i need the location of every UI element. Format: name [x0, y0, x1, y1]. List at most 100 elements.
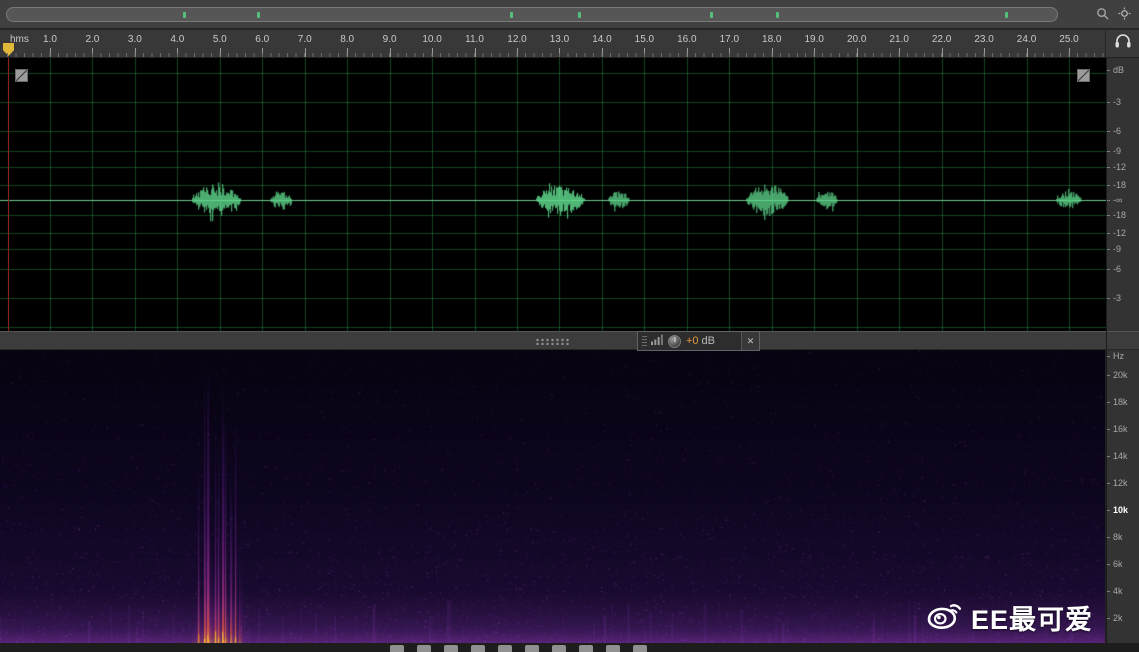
- waveform-panel[interactable]: [0, 58, 1106, 331]
- timeline-tick-label: 18.0: [762, 34, 782, 45]
- gain-hud[interactable]: +0 dB ✕: [637, 331, 760, 351]
- timeline-tick: [347, 48, 348, 57]
- timeline-tick-label: 22.0: [931, 34, 952, 45]
- toolbar-button-partial[interactable]: [390, 645, 404, 652]
- toolbar-button-partial[interactable]: [498, 645, 512, 652]
- timeline-tick: [475, 48, 476, 57]
- toolbar-button-partial[interactable]: [606, 645, 620, 652]
- timeline-tick-label: 12.0: [507, 34, 527, 45]
- overview-wave-mark: [1004, 12, 1008, 18]
- panel-divider[interactable]: [0, 331, 1106, 350]
- toolbar-button-partial[interactable]: [579, 645, 593, 652]
- playhead[interactable]: [8, 58, 9, 331]
- timeline-tick: [1027, 48, 1028, 57]
- timeline-tick: [857, 48, 858, 57]
- timeline-tick-label: 11.0: [465, 34, 484, 45]
- timeline-tick: [50, 48, 51, 57]
- hz-scale-label: 12k: [1113, 478, 1128, 488]
- timeline-tick: [220, 48, 221, 57]
- gain-unit: dB: [701, 335, 716, 347]
- hz-scale-tick: [1107, 456, 1110, 457]
- toolbar-button-partial[interactable]: [417, 645, 431, 652]
- overview-navigator: [0, 0, 1139, 30]
- timeline-tick-label: 10.0: [422, 34, 442, 45]
- db-scale-tick: [1107, 298, 1110, 299]
- db-scale-label: -9: [1113, 146, 1122, 156]
- panel-divider-handle[interactable]: [535, 338, 571, 345]
- hz-scale-tick: [1107, 356, 1110, 357]
- overview-wave-mark: [509, 12, 513, 18]
- db-scale-tick: [1107, 167, 1110, 168]
- timeline-tick: [772, 48, 773, 57]
- db-scale-label: -3: [1113, 293, 1122, 303]
- toolbar-button-partial[interactable]: [552, 645, 566, 652]
- db-scale-label: -∞: [1113, 195, 1123, 205]
- timeline-tick: [517, 48, 518, 57]
- waveform-canvas[interactable]: [0, 58, 1106, 331]
- db-scale-label: -6: [1113, 264, 1122, 274]
- hz-scale-label: 4k: [1113, 586, 1123, 596]
- timeline-tick-label: 4.0: [170, 34, 185, 45]
- value-scales: dB -3 -6 -9 -12 -18 -∞ -18 -12 -9 -6 -3 Hz 20k 18k 16k…: [1106, 58, 1139, 643]
- db-scale-tick: [1107, 70, 1110, 71]
- db-scale-tick: [1107, 151, 1110, 152]
- scale-divider: [1107, 331, 1139, 350]
- overview-wave-mark: [709, 12, 713, 18]
- monitor-button[interactable]: [1106, 30, 1139, 57]
- timeline-tick-label: 19.0: [804, 34, 824, 45]
- overview-wave-mark: [257, 12, 261, 18]
- timeline-tick: [305, 48, 306, 57]
- db-scale-tick: [1107, 200, 1110, 201]
- playhead-marker[interactable]: [3, 43, 14, 56]
- hz-scale-label: 6k: [1113, 559, 1123, 569]
- timeline-tick-label: 17.0: [719, 34, 740, 45]
- timeline-tick: [984, 48, 985, 57]
- overview-wave-mark: [578, 12, 582, 18]
- hz-scale-tick: [1107, 564, 1110, 565]
- bottom-toolbar-partial: [0, 643, 1139, 652]
- timeline-tick: [262, 48, 263, 57]
- timeline-tick-label: 3.0: [127, 34, 142, 45]
- timeline-tick: [899, 48, 900, 57]
- db-scale-label: -18: [1113, 180, 1127, 190]
- options-icon[interactable]: [1118, 7, 1131, 25]
- timeline-tick-label: 20.0: [846, 34, 867, 45]
- toolbar-button-partial[interactable]: [525, 645, 539, 652]
- timeline-tick: [644, 48, 645, 57]
- toolbar-button-partial[interactable]: [444, 645, 458, 652]
- timeline-tick: [559, 48, 560, 57]
- magnifier-icon[interactable]: [1096, 7, 1109, 25]
- gain-value[interactable]: +0: [686, 335, 699, 347]
- db-scale-label: -3: [1113, 97, 1122, 107]
- timeline-row: hms 1.0 2.0 3.0 4.0 5.0 6.0 7.0 8.0 9.0 10.0 11.0 1…: [0, 30, 1139, 58]
- toolbar-button-partial[interactable]: [633, 645, 647, 652]
- db-scale-tick: [1107, 233, 1110, 234]
- close-icon[interactable]: ✕: [741, 332, 759, 350]
- hz-scale-label: 2k: [1113, 613, 1123, 623]
- timeline-tick-label: 13.0: [549, 34, 570, 45]
- headphones-icon: [1114, 33, 1132, 54]
- amplitude-handle-left[interactable]: [15, 69, 28, 82]
- timeline-tick: [729, 48, 730, 57]
- spectrogram-panel[interactable]: EE最可爱: [0, 350, 1106, 643]
- editor-main: EE最可爱 +0 dB ✕ dB -3 -6 -9 -12 -18 -∞ -18 -12 -9 -6…: [0, 58, 1139, 643]
- db-scale-tick: [1107, 131, 1110, 132]
- timeline-ruler[interactable]: hms 1.0 2.0 3.0 4.0 5.0 6.0 7.0 8.0 9.0 10.0 11.0 1…: [0, 30, 1106, 57]
- timeline-tick: [687, 48, 688, 57]
- toolbar-button-partial[interactable]: [471, 645, 485, 652]
- timeline-tick-label: 14.0: [592, 34, 612, 45]
- timeline-tick: [814, 48, 815, 57]
- db-scale-label: -6: [1113, 126, 1122, 136]
- hz-scale-tick: [1107, 402, 1110, 403]
- timeline-tick-label: 9.0: [382, 34, 397, 45]
- db-scale-tick: [1107, 102, 1110, 103]
- gain-knob[interactable]: [668, 334, 681, 348]
- overview-scrollbar[interactable]: [6, 7, 1058, 22]
- amplitude-handle-right[interactable]: [1077, 69, 1090, 82]
- hz-scale-label: Hz: [1113, 351, 1124, 361]
- watermark-text: EE最可爱: [970, 605, 1093, 635]
- hz-scale-tick: [1107, 537, 1110, 538]
- hud-drag-handle[interactable]: [642, 335, 647, 347]
- db-scale: dB -3 -6 -9 -12 -18 -∞ -18 -12 -9 -6 -3: [1107, 58, 1139, 331]
- hz-scale-label: 8k: [1113, 532, 1123, 542]
